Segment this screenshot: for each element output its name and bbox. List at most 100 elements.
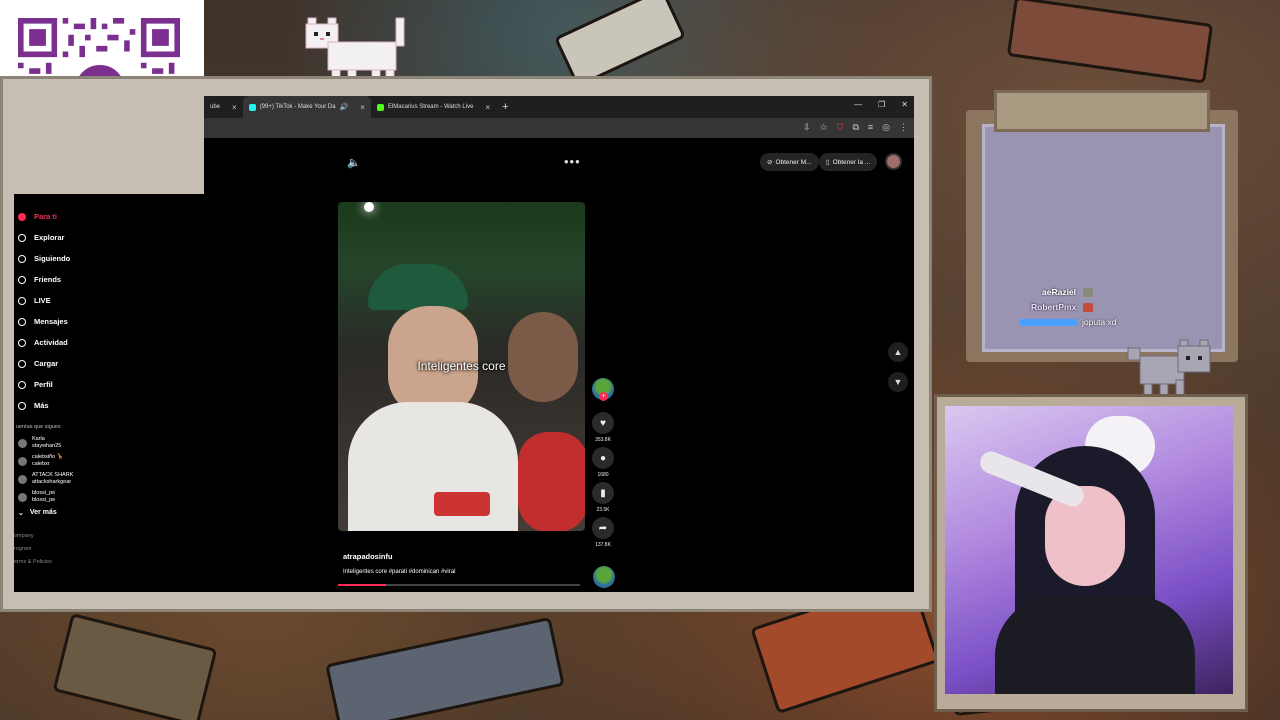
sidebar-item-siguiendo[interactable]: Siguiendo xyxy=(14,248,204,269)
sidebar-item-explorar[interactable]: Explorar xyxy=(14,227,204,248)
downloads-icon[interactable]: ≡ xyxy=(868,122,873,133)
chat-message: RobertPmx xyxy=(1031,302,1094,313)
save-count: 23.5K xyxy=(596,507,610,513)
nav-icon xyxy=(18,338,26,347)
sidebar-item-label: Cargar xyxy=(34,359,59,368)
sidebar-item-label: Más xyxy=(34,401,49,410)
chat-emote-icon xyxy=(1083,288,1094,298)
chat-username[interactable] xyxy=(1020,319,1078,327)
video-progress-bar[interactable] xyxy=(338,584,580,586)
video-caption: Inteligentes core xyxy=(417,359,506,373)
sidebar-item-label: Siguiendo xyxy=(34,254,71,263)
progress-fill xyxy=(338,584,387,586)
minimize-icon[interactable]: — xyxy=(854,100,862,109)
account-name: blossi_pe xyxy=(32,490,56,496)
install-icon[interactable]: ⇩ xyxy=(803,122,811,133)
following-account[interactable]: calebsiño 🦒 calebxr xyxy=(14,452,204,470)
feed-navigation: ▲ ▼ xyxy=(888,342,908,402)
video-description: Inteligentes core #parati #dominican #vi… xyxy=(343,569,456,575)
footer-link-company[interactable]: ompany xyxy=(14,530,204,543)
maximize-icon[interactable]: ❐ xyxy=(878,100,885,109)
tab-label: ube xyxy=(210,104,221,110)
background-keyboard xyxy=(325,616,565,720)
pixel-cat-gray xyxy=(1127,339,1211,399)
creator-avatar[interactable] xyxy=(592,378,614,401)
sidebar-item-m-s[interactable]: Más xyxy=(14,395,204,416)
sidebar-item-mensajes[interactable]: Mensajes xyxy=(14,311,204,332)
account-names: calebsiño 🦒 calebxr xyxy=(32,454,64,468)
streamer-body xyxy=(995,596,1195,694)
like-count: 353.8K xyxy=(595,437,611,443)
chat-message: joputa xd xyxy=(1020,317,1117,327)
previous-video-button[interactable]: ▲ xyxy=(888,342,908,362)
close-icon[interactable]: × xyxy=(232,103,237,112)
comment-button[interactable]: ● 1680 xyxy=(590,447,616,478)
video-player[interactable]: Inteligentes core xyxy=(338,202,585,531)
account-name: calebsiño 🦒 xyxy=(32,454,64,460)
get-app-label: Obtener M... xyxy=(775,158,812,166)
background-object xyxy=(52,613,218,720)
tab-youtube[interactable]: ube × xyxy=(204,96,243,118)
sidebar-item-cargar[interactable]: Cargar xyxy=(14,353,204,374)
chat-message: aeRaziel xyxy=(1042,287,1094,298)
profile-avatar[interactable] xyxy=(885,153,902,170)
tab-kick-stream[interactable]: ElMacarius Stream - Watch Live × xyxy=(371,96,496,118)
sidebar-item-label: Explorar xyxy=(34,233,65,242)
puzzle-icon[interactable]: ⧉ xyxy=(852,122,858,133)
following-account[interactable]: blossi_pe blossi_pe xyxy=(14,488,204,506)
sidebar-item-perfil[interactable]: Perfil xyxy=(14,374,204,395)
share-button[interactable]: ➦ 137.8K xyxy=(590,517,616,548)
address-bar[interactable]: ⇩ ☆ ⛉ ⧉ ≡ ◎ ⋮ xyxy=(204,118,914,138)
get-desktop-label: Obtener la ... xyxy=(832,158,871,166)
footer-link-terms[interactable]: erms & Policies xyxy=(14,556,204,569)
save-button[interactable]: ▮ 23.5K xyxy=(590,482,616,513)
nav-icon xyxy=(18,380,26,389)
background-paper xyxy=(553,0,687,88)
chat-username[interactable]: RobertPmx xyxy=(1031,302,1076,312)
following-account[interactable]: Karla staywhan25 xyxy=(14,434,204,452)
close-icon[interactable]: × xyxy=(485,103,490,112)
webcam-feed xyxy=(945,406,1233,694)
get-app-button[interactable]: ⊘ Obtener M... xyxy=(760,153,819,171)
new-tab-button[interactable]: + xyxy=(496,101,514,113)
video-meta: atrapadosinfu Inteligentes core #parati … xyxy=(343,552,455,575)
nav-icon xyxy=(18,233,26,242)
close-icon[interactable]: × xyxy=(360,103,365,112)
extension-icons: ⇩ ☆ ⛉ ⧉ ≡ ◎ ⋮ xyxy=(803,122,908,133)
sidebar-item-para-ti[interactable]: Para ti xyxy=(14,206,204,227)
sidebar-item-friends[interactable]: Friends xyxy=(14,269,204,290)
tab-label: ElMacarius Stream - Watch Live xyxy=(387,104,474,110)
see-more-button[interactable]: ⌄ Ver más xyxy=(14,506,204,520)
profile-icon[interactable]: ◎ xyxy=(882,122,890,133)
menu-icon[interactable]: ⋮ xyxy=(899,122,908,133)
speaker-icon[interactable]: 🔊 xyxy=(340,103,349,111)
tab-bar: ube × (99+) TikTok - Make Your Da 🔊 × El… xyxy=(204,96,914,118)
sidebar-item-live[interactable]: LIVE xyxy=(14,290,204,311)
sidebar-item-label: Perfil xyxy=(34,380,53,389)
account-names: blossi_pe blossi_pe xyxy=(32,490,55,504)
nav-icon xyxy=(18,296,26,305)
sidebar-item-label: Actividad xyxy=(34,338,68,347)
avatar xyxy=(18,492,27,502)
sidebar-item-label: Mensajes xyxy=(34,317,68,326)
following-account[interactable]: ATTACK SHARK attacksharkgear xyxy=(14,470,204,488)
tab-label: (99+) TikTok - Make Your Da xyxy=(259,104,336,110)
following-list: Karla staywhan25 calebsiño 🦒 calebxr ATTACK … xyxy=(14,434,204,506)
chat-username[interactable]: aeRaziel xyxy=(1042,287,1076,297)
footer-link-program[interactable]: rogram xyxy=(14,543,204,556)
volume-icon[interactable]: 🔈 xyxy=(347,156,361,169)
next-video-button[interactable]: ▼ xyxy=(888,372,908,392)
heart-icon: ♥ xyxy=(592,412,614,434)
close-window-icon[interactable]: ✕ xyxy=(901,100,908,109)
like-button[interactable]: ♥ 353.8K xyxy=(590,412,616,443)
video-username[interactable]: atrapadosinfu xyxy=(343,552,455,561)
following-title: uentas que sigues xyxy=(16,424,61,430)
get-desktop-button[interactable]: ▯ Obtener la ... xyxy=(819,153,878,171)
see-more-label: Ver más xyxy=(29,509,57,516)
sound-avatar[interactable] xyxy=(593,566,615,588)
more-options-icon[interactable]: ••• xyxy=(564,154,581,169)
star-icon[interactable]: ☆ xyxy=(820,122,828,133)
tab-tiktok[interactable]: (99+) TikTok - Make Your Da 🔊 × xyxy=(242,96,371,118)
shield-icon[interactable]: ⛉ xyxy=(837,122,844,133)
sidebar-item-actividad[interactable]: Actividad xyxy=(14,332,204,353)
